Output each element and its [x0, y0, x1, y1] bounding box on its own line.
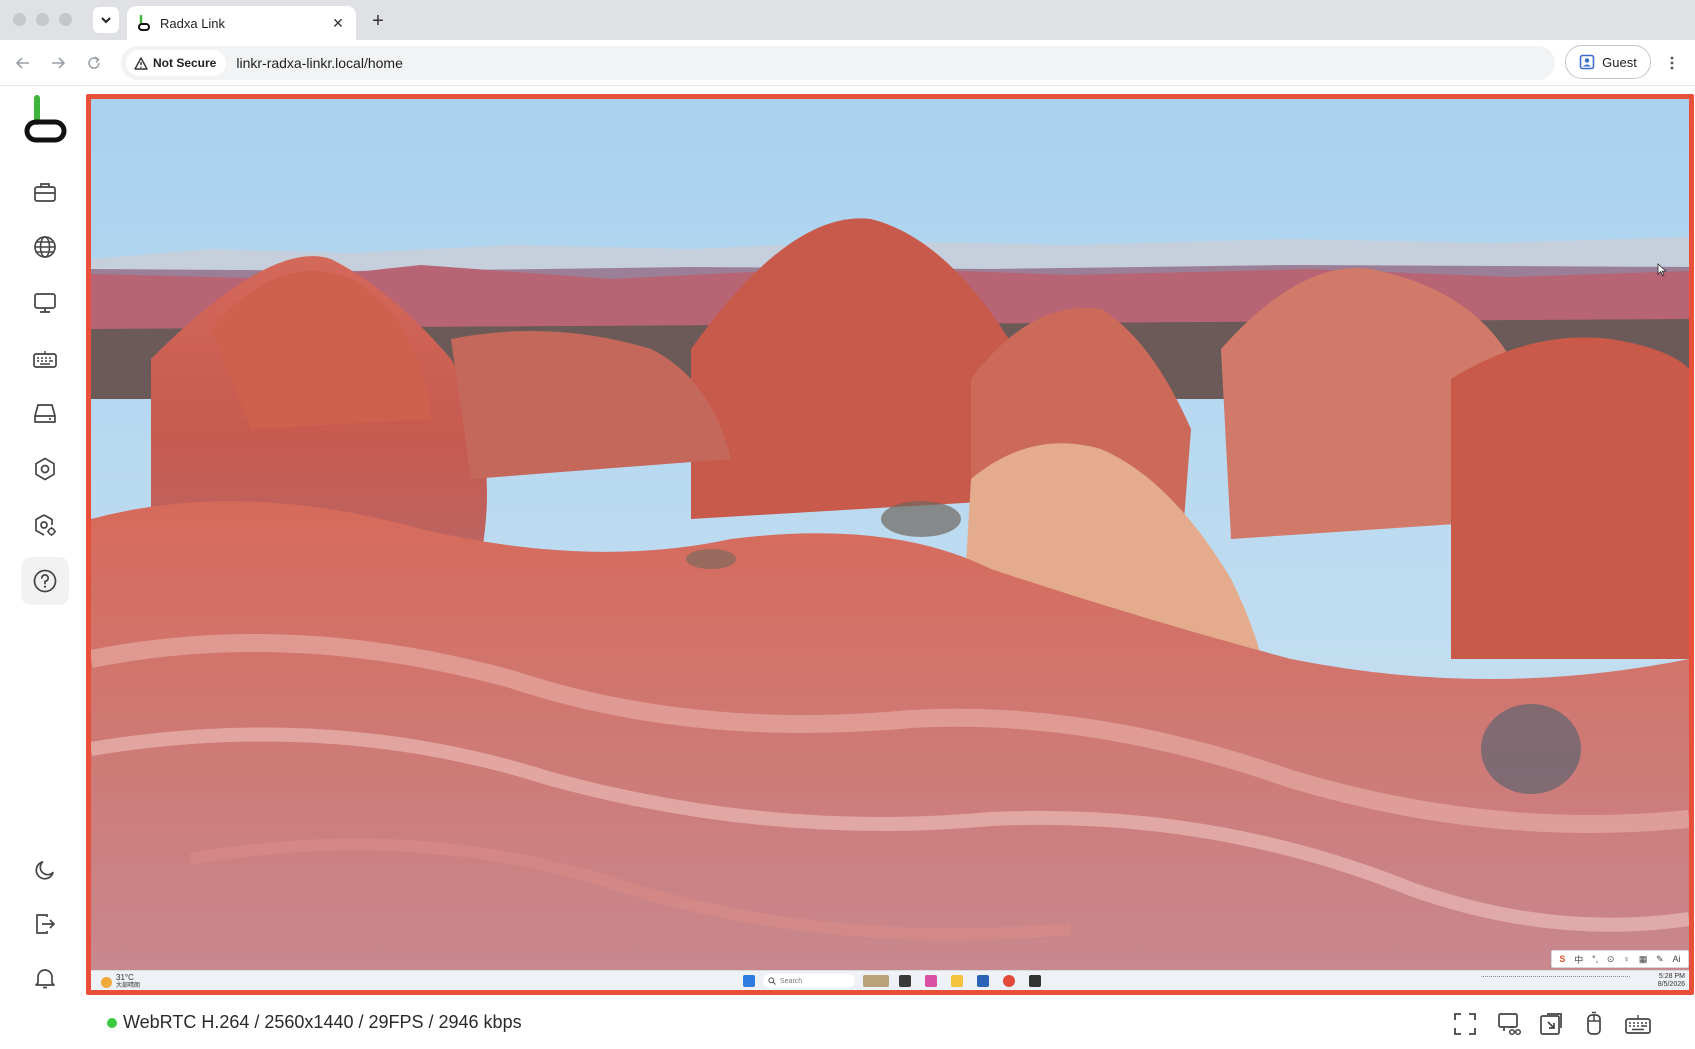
ime-item[interactable]: ⊙	[1607, 954, 1615, 965]
mouse-mode-button[interactable]	[1580, 1010, 1608, 1038]
ime-item[interactable]: 中	[1574, 953, 1583, 966]
virtual-keyboard-button[interactable]	[1624, 1010, 1652, 1038]
windows-start-icon[interactable]	[743, 975, 755, 987]
keyboard-icon	[1625, 1015, 1651, 1034]
sidebar-item-display[interactable]	[21, 279, 69, 327]
sidebar-item-logout[interactable]	[21, 900, 69, 948]
sun-icon	[101, 976, 112, 988]
widgets-icon[interactable]	[863, 975, 889, 987]
sidebar-item-storage[interactable]	[21, 390, 69, 438]
window-close-dot[interactable]	[13, 13, 26, 26]
tab-search-button[interactable]	[93, 7, 119, 33]
keyboard-icon	[33, 351, 57, 368]
copilot-icon[interactable]	[925, 975, 937, 987]
remote-taskbar: 31°C 大部晴朗 Search 5:28 PM 8/5/2026	[91, 970, 1689, 990]
monitor-icon	[34, 293, 56, 313]
app-sidebar	[0, 87, 88, 1049]
fullscreen-button[interactable]	[1451, 1010, 1479, 1038]
taskbar-date: 8/5/2026	[1657, 981, 1685, 988]
sidebar-item-settings[interactable]	[21, 445, 69, 493]
radxa-favicon-icon	[138, 15, 150, 31]
globe-icon	[34, 236, 56, 258]
ime-toolbar[interactable]: S 中 °, ⊙ ♀ ▦ ✎ Ai	[1551, 950, 1689, 968]
screen-cut-icon	[1498, 1013, 1522, 1036]
window-maximize-dot[interactable]	[59, 13, 72, 26]
sidebar-item-advanced-settings[interactable]	[21, 501, 69, 549]
more-vertical-icon	[1670, 56, 1674, 70]
taskbar-clock[interactable]: 5:28 PM 8/5/2026	[1651, 973, 1685, 989]
system-tray-icons[interactable]	[1481, 976, 1631, 986]
connection-status-dot	[107, 1018, 117, 1028]
sidebar-item-notifications[interactable]	[21, 954, 69, 1002]
ime-item[interactable]: S	[1559, 954, 1565, 964]
mouse-cursor-icon	[1657, 263, 1667, 277]
search-icon	[768, 977, 776, 985]
sidebar-item-theme[interactable]	[21, 846, 69, 894]
chevron-down-icon	[101, 17, 111, 24]
ime-item[interactable]: °,	[1592, 954, 1598, 964]
pip-icon	[1540, 1013, 1562, 1035]
tab-close-icon[interactable]: ✕	[328, 13, 348, 33]
forward-button[interactable]	[47, 52, 69, 74]
sidebar-item-keyboard[interactable]	[21, 335, 69, 383]
taskbar-time: 5:28 PM	[1658, 973, 1685, 980]
person-badge-icon	[1579, 54, 1595, 70]
terminal-icon[interactable]	[1029, 975, 1041, 987]
reload-button[interactable]	[83, 52, 105, 74]
store-icon[interactable]	[977, 975, 989, 987]
briefcase-icon	[34, 183, 56, 202]
back-button[interactable]	[12, 52, 34, 74]
screen-capture-button[interactable]	[1495, 1010, 1523, 1038]
arrow-left-icon	[15, 57, 29, 69]
taskbar-search[interactable]: Search	[763, 974, 855, 988]
bell-icon	[35, 969, 55, 989]
warning-icon	[134, 56, 148, 70]
fullscreen-icon	[1454, 1013, 1476, 1035]
security-label: Not Secure	[153, 56, 217, 70]
status-bar: WebRTC H.264 / 2560x1440 / 29FPS / 2946 …	[86, 998, 1695, 1049]
mouse-icon	[1587, 1011, 1601, 1035]
gear-shield-icon	[35, 514, 56, 536]
new-tab-button[interactable]: +	[366, 9, 390, 33]
window-minimize-dot[interactable]	[36, 13, 49, 26]
drive-icon	[34, 404, 56, 423]
radxa-logo-icon	[24, 95, 67, 143]
url-text[interactable]: linkr-radxa-linkr.local/home	[236, 55, 403, 71]
picture-in-picture-button[interactable]	[1537, 1010, 1565, 1038]
file-explorer-icon[interactable]	[951, 975, 963, 987]
arrow-right-icon	[52, 57, 66, 69]
reload-icon	[88, 56, 100, 69]
help-icon	[33, 569, 57, 593]
chrome-icon[interactable]	[1003, 975, 1015, 987]
logout-icon	[36, 914, 56, 934]
ime-item[interactable]: ♀	[1623, 954, 1630, 964]
sidebar-item-network[interactable]	[21, 223, 69, 271]
sidebar-item-toolbox[interactable]	[21, 169, 69, 217]
security-chip[interactable]: Not Secure	[126, 50, 227, 76]
browser-tab[interactable]: Radxa Link ✕	[127, 6, 356, 40]
browser-menu-button[interactable]	[1661, 52, 1683, 74]
task-view-icon[interactable]	[899, 975, 911, 987]
remote-desktop-viewer[interactable]: S 中 °, ⊙ ♀ ▦ ✎ Ai 31°C 大部晴朗 Search 5:28	[86, 94, 1694, 995]
sidebar-item-help[interactable]	[21, 557, 69, 605]
profile-button[interactable]: Guest	[1565, 45, 1651, 79]
moon-icon	[35, 861, 54, 880]
address-bar[interactable]: Not Secure linkr-radxa-linkr.local/home	[121, 46, 1555, 80]
ime-item[interactable]: ✎	[1656, 954, 1664, 965]
browser-tab-bar: Radxa Link ✕ +	[0, 0, 1695, 40]
stream-info: WebRTC H.264 / 2560x1440 / 29FPS / 2946 …	[123, 1012, 522, 1032]
tab-title: Radxa Link	[160, 15, 226, 31]
browser-toolbar: Not Secure linkr-radxa-linkr.local/home …	[0, 40, 1695, 86]
desktop-wallpaper	[91, 99, 1689, 970]
settings-icon	[35, 457, 55, 481]
taskbar-search-placeholder: Search	[780, 977, 803, 985]
taskbar-weather[interactable]: 31°C 大部晴朗	[101, 974, 140, 990]
profile-label: Guest	[1602, 54, 1637, 70]
weather-desc: 大部晴朗	[116, 983, 141, 989]
ime-item[interactable]: ▦	[1639, 954, 1648, 965]
ime-item[interactable]: Ai	[1672, 954, 1680, 964]
weather-temp: 31°C	[116, 973, 134, 982]
